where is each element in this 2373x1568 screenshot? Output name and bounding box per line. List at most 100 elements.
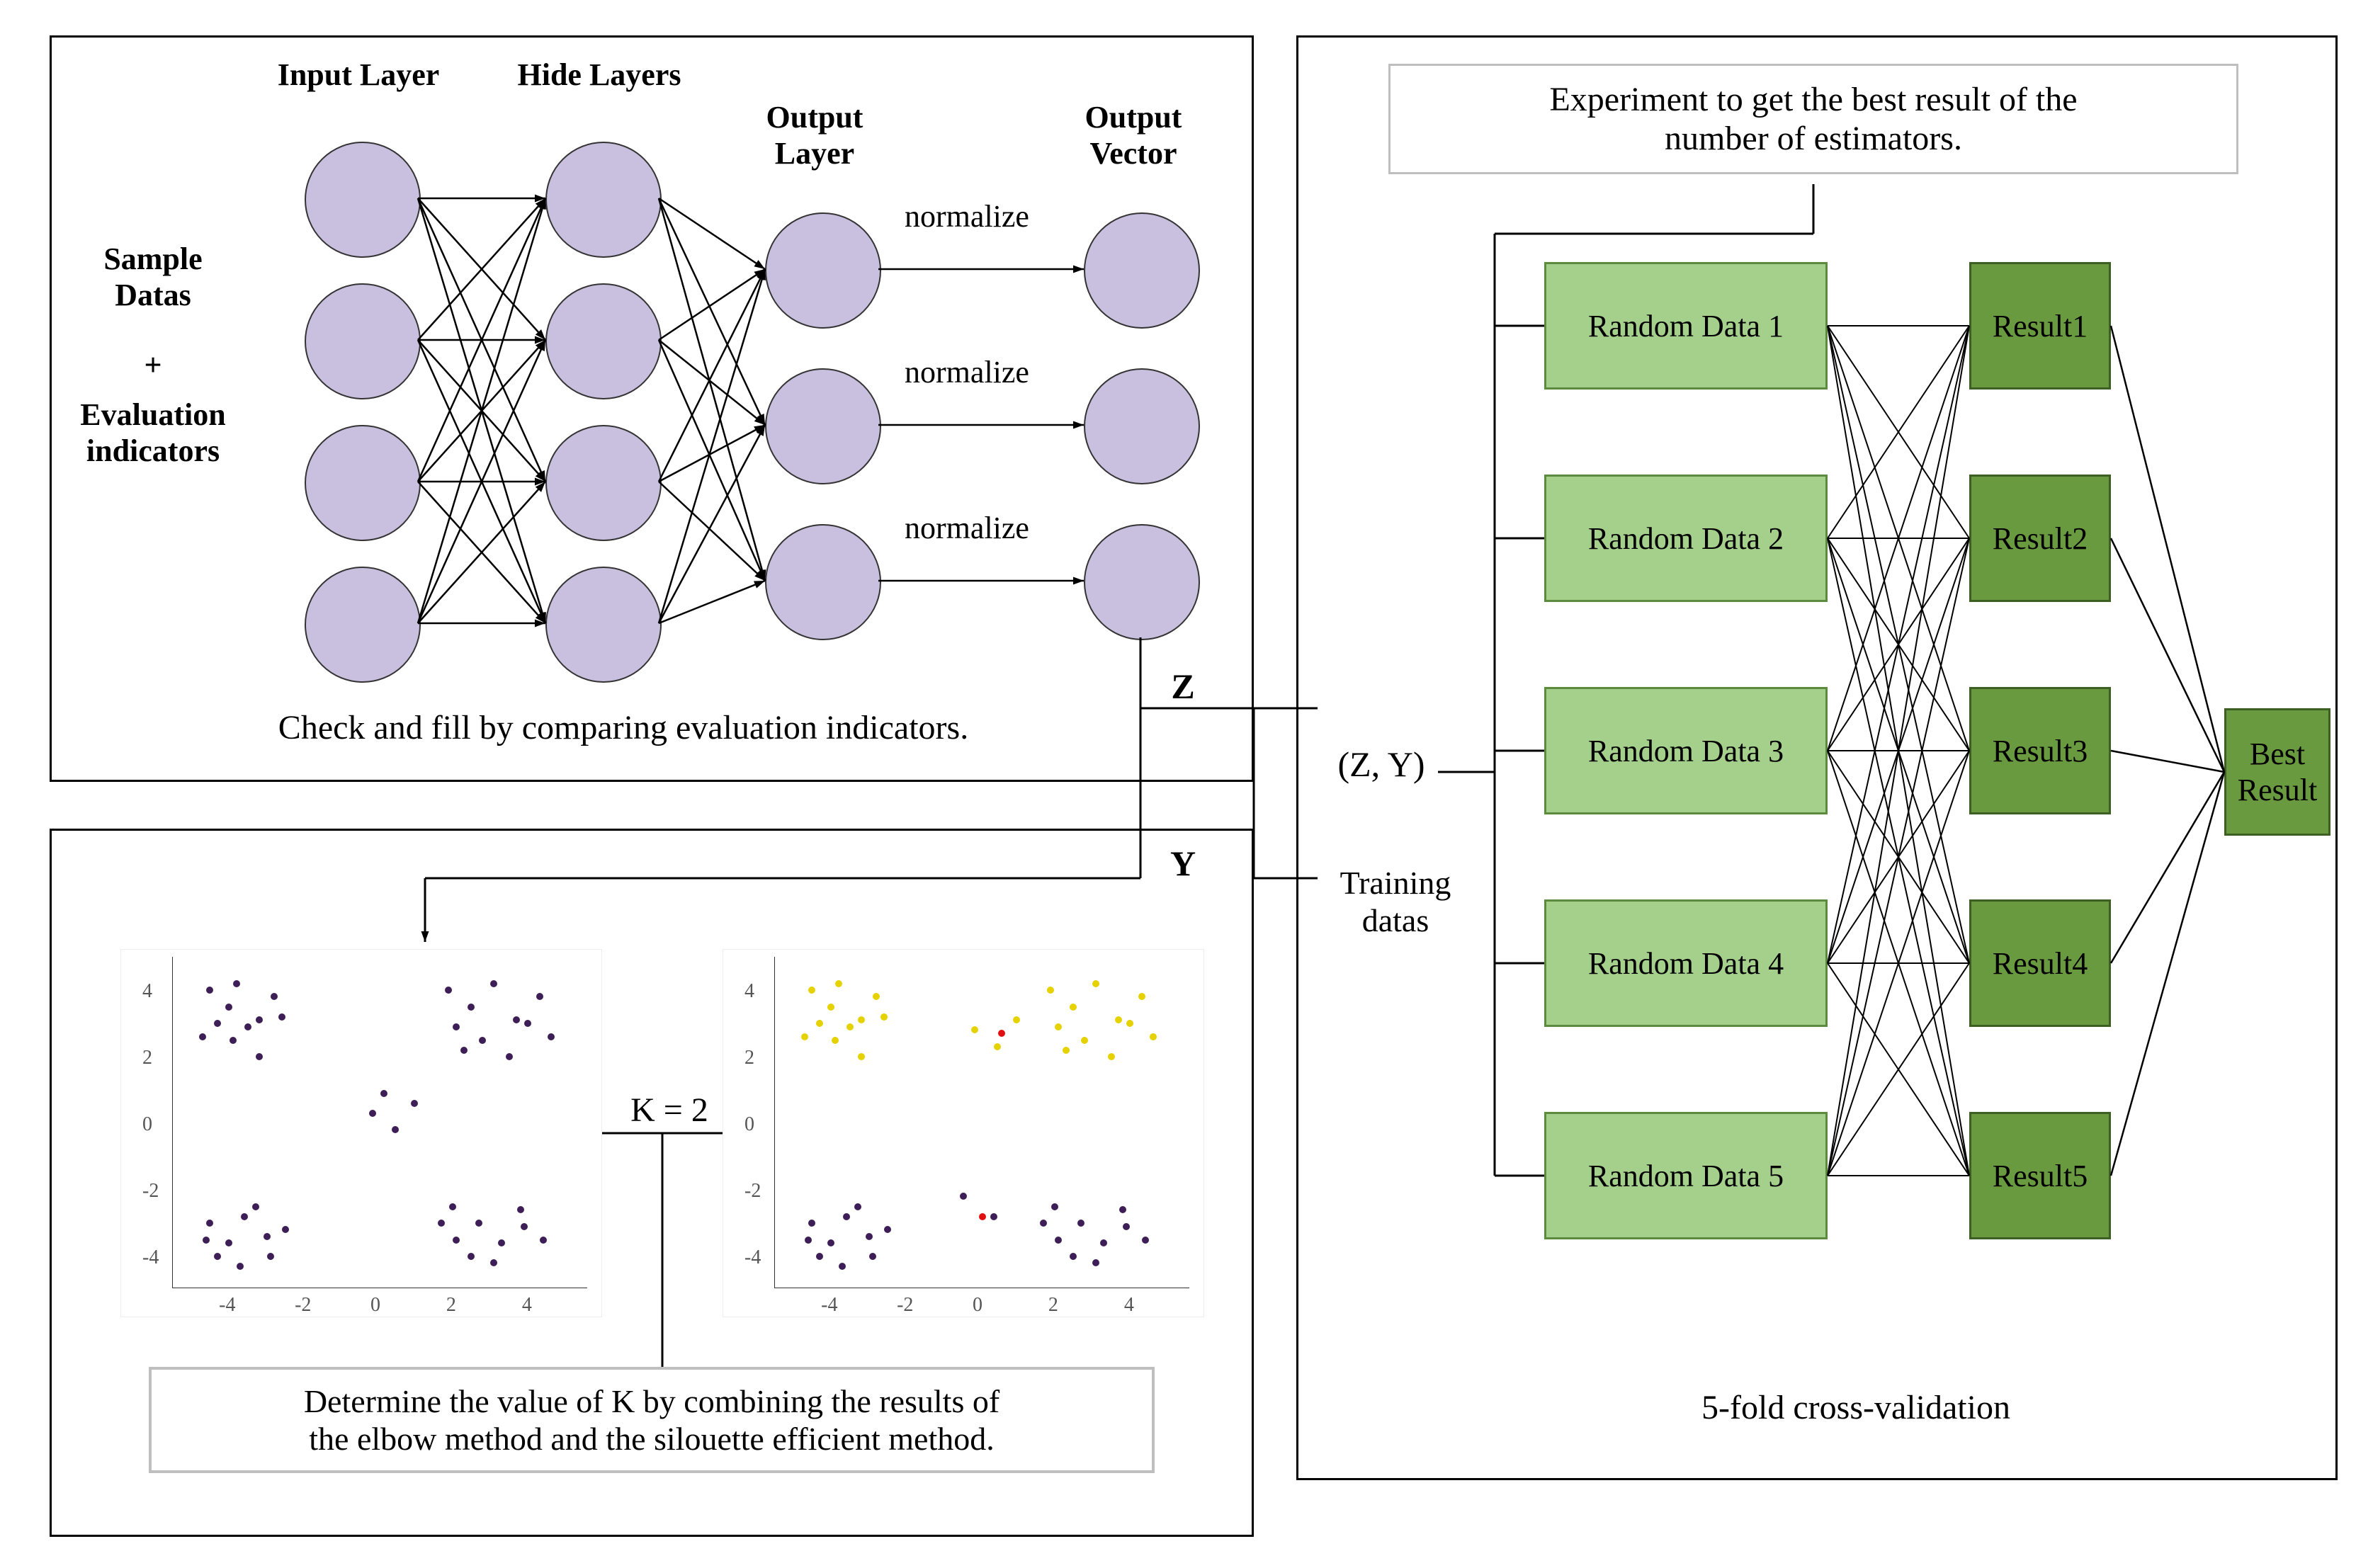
title-experiment: Experiment to get the best result of the…: [1388, 64, 2238, 174]
scatter-point: [453, 1237, 460, 1244]
result-box-2: Result2: [1969, 475, 2111, 602]
random-data-box-2: Random Data 2: [1544, 475, 1828, 602]
caption-clustering: Determine the value of K by combining th…: [149, 1367, 1155, 1473]
input-node-4: [305, 567, 421, 683]
scatter-point: [858, 1053, 865, 1060]
scatter-point: [858, 1016, 865, 1023]
scatter-point: [1055, 1023, 1062, 1030]
scatter-point: [411, 1100, 418, 1107]
caption-neural-net: Check and fill by comparing evaluation i…: [163, 708, 1084, 747]
label-eval-indicators: Evaluation indicators: [61, 397, 245, 469]
scatter-point: [206, 987, 213, 994]
scatter-before: -4-2024-4-2024: [120, 949, 602, 1317]
scatter-point: [1142, 1237, 1149, 1244]
label-normalize-1: normalize: [885, 198, 1048, 234]
scatter-point: [816, 1253, 823, 1260]
scatter-point: [506, 1053, 513, 1060]
scatter-point: [1100, 1239, 1107, 1246]
output-node-2: [765, 368, 881, 484]
scatter-point: [490, 1259, 497, 1266]
caption-crossval: 5-fold cross-validation: [1608, 1388, 2104, 1427]
scatter-point: [498, 1239, 505, 1246]
label-input-layer: Input Layer: [259, 57, 458, 93]
scatter-point: [536, 993, 543, 1000]
label-training-datas: Training datas: [1318, 864, 1473, 939]
label-y: Y: [1162, 843, 1204, 884]
scatter-point: [1063, 1047, 1070, 1054]
random-data-box-1: Random Data 1: [1544, 262, 1828, 390]
scatter-point: [214, 1020, 221, 1027]
scatter-point: [1077, 1220, 1084, 1227]
scatter-point: [854, 1203, 861, 1210]
scatter-point: [392, 1126, 399, 1133]
scatter-point: [278, 1013, 285, 1021]
scatter-point: [282, 1226, 289, 1233]
random-data-box-4: Random Data 4: [1544, 899, 1828, 1027]
scatter-point: [244, 1023, 251, 1030]
label-output-layer: Output Layer: [737, 99, 893, 171]
label-k-value: K = 2: [616, 1091, 723, 1130]
hidden-node-3: [545, 425, 662, 541]
scatter-point: [998, 1030, 1005, 1037]
scatter-point: [801, 1033, 808, 1040]
scatter-point: [460, 1047, 468, 1054]
scatter-point: [513, 1016, 520, 1023]
scatter-point: [827, 1239, 834, 1246]
scatter-point: [203, 1237, 210, 1244]
output-node-1: [765, 212, 881, 329]
hidden-node-1: [545, 142, 662, 258]
label-sample-datas: Sample Datas: [68, 241, 238, 313]
scatter-point: [479, 1037, 486, 1044]
scatter-point: [521, 1223, 528, 1230]
hidden-node-2: [545, 283, 662, 399]
scatter-point: [369, 1110, 376, 1117]
scatter-point: [843, 1213, 850, 1220]
scatter-point: [468, 1004, 475, 1011]
scatter-point: [979, 1213, 986, 1220]
scatter-point: [1126, 1020, 1133, 1027]
scatter-point: [490, 980, 497, 987]
scatter-point: [884, 1226, 891, 1233]
scatter-point: [453, 1023, 460, 1030]
random-data-box-5: Random Data 5: [1544, 1112, 1828, 1239]
result-box-4: Result4: [1969, 899, 2111, 1027]
scatter-point: [808, 1220, 815, 1227]
scatter-point: [869, 1253, 876, 1260]
scatter-point: [1092, 1259, 1099, 1266]
label-hide-layers: Hide Layers: [500, 57, 698, 93]
scatter-point: [1055, 1237, 1062, 1244]
scatter-point: [1150, 1033, 1157, 1040]
scatter-point: [241, 1213, 248, 1220]
label-normalize-3: normalize: [885, 510, 1048, 546]
vector-node-1: [1084, 212, 1200, 329]
scatter-after: -4-2024-4-2024: [723, 949, 1204, 1317]
scatter-point: [1070, 1004, 1077, 1011]
scatter-point: [524, 1020, 531, 1027]
output-node-3: [765, 524, 881, 640]
scatter-point: [230, 1037, 237, 1044]
scatter-point: [548, 1033, 555, 1040]
vector-node-2: [1084, 368, 1200, 484]
scatter-point: [1108, 1053, 1115, 1060]
scatter-point: [839, 1263, 846, 1270]
scatter-point: [225, 1239, 232, 1246]
vector-node-3: [1084, 524, 1200, 640]
scatter-point: [846, 1023, 854, 1030]
scatter-point: [1138, 993, 1145, 1000]
scatter-point: [1051, 1203, 1058, 1210]
input-node-2: [305, 283, 421, 399]
scatter-point: [438, 1220, 445, 1227]
input-node-3: [305, 425, 421, 541]
scatter-point: [468, 1253, 475, 1260]
scatter-point: [1013, 1016, 1020, 1023]
scatter-point: [264, 1233, 271, 1240]
scatter-point: [808, 987, 815, 994]
label-plus: +: [68, 347, 238, 383]
scatter-point: [990, 1213, 997, 1220]
label-zy-tuple: (Z, Y): [1318, 744, 1445, 785]
result-box-3: Result3: [1969, 687, 2111, 814]
label-normalize-2: normalize: [885, 354, 1048, 390]
scatter-point: [380, 1090, 387, 1097]
scatter-point: [225, 1004, 232, 1011]
scatter-point: [1040, 1220, 1047, 1227]
